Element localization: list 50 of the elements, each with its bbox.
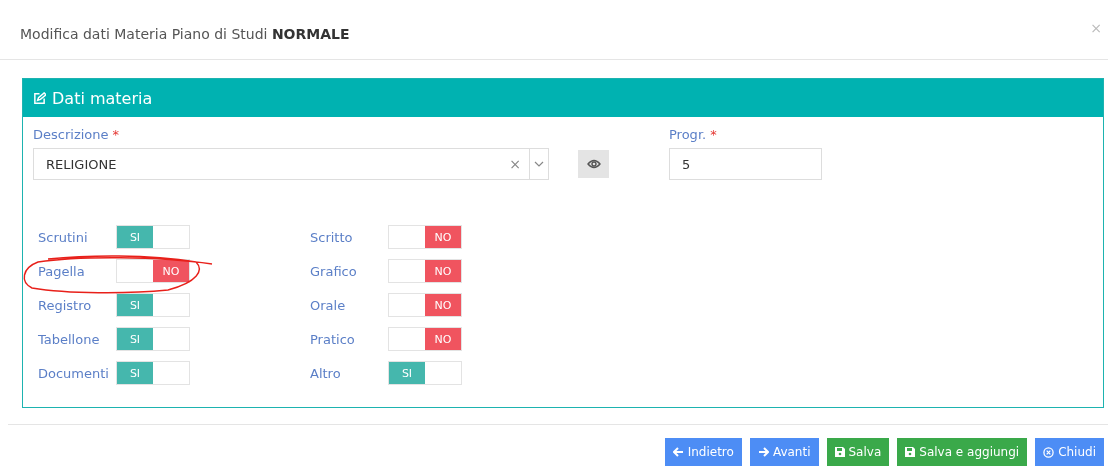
toggle-switch[interactable]: SI: [388, 361, 462, 385]
edit-icon: [33, 91, 46, 105]
toggle-state: SI: [117, 328, 153, 350]
toggle-label: Scritto: [310, 229, 354, 245]
clear-icon[interactable]: ×: [501, 156, 529, 172]
chevron-down-icon[interactable]: [534, 161, 544, 167]
toggle-switch[interactable]: NO: [388, 293, 462, 317]
toggle-state: SI: [117, 294, 153, 316]
arrow-left-icon: [672, 447, 684, 457]
description-select[interactable]: RELIGIONE ×: [33, 148, 549, 180]
toggle-state: NO: [425, 328, 461, 350]
toggle-switch[interactable]: NO: [388, 327, 462, 351]
toggle-label: Scrutini: [38, 229, 89, 245]
toggle-label: Grafico: [310, 263, 358, 279]
toggle-state: NO: [425, 226, 461, 248]
toggle-label: Altro: [310, 365, 342, 381]
toggle-switch[interactable]: SI: [116, 225, 190, 249]
toggle-state: NO: [153, 260, 189, 282]
toggle-label: Pratico: [310, 331, 356, 347]
arrow-right-icon: [757, 447, 769, 457]
save-button[interactable]: Salva: [826, 438, 890, 466]
toggle-state: SI: [117, 362, 153, 384]
back-button[interactable]: Indietro: [664, 438, 742, 466]
toggle-state: SI: [389, 362, 425, 384]
next-button[interactable]: Avanti: [749, 438, 819, 466]
toggle-switch[interactable]: SI: [116, 361, 190, 385]
eye-icon: [586, 159, 601, 169]
toggle-switch[interactable]: NO: [388, 259, 462, 283]
progr-field[interactable]: 5: [669, 148, 822, 180]
close-button[interactable]: Chiudi: [1035, 438, 1104, 466]
toggle-state: SI: [117, 226, 153, 248]
toggle-state: NO: [425, 260, 461, 282]
view-button[interactable]: [578, 150, 609, 178]
toggle-label: Registro: [38, 297, 93, 313]
toggle-label: Documenti: [38, 365, 110, 381]
panel-title: Dati materia: [52, 88, 153, 108]
field-label: Progr. *: [669, 127, 718, 142]
toggle-switch[interactable]: NO: [388, 225, 462, 249]
toggle-switch[interactable]: SI: [116, 327, 190, 351]
toggle-switch[interactable]: NO: [116, 259, 190, 283]
save-button[interactable]: Salva e aggiungi: [897, 438, 1028, 466]
close-icon[interactable]: ×: [1090, 20, 1102, 36]
toggle-label: Tabellone: [38, 331, 101, 347]
close-circle-icon: [1043, 446, 1055, 458]
toggle-state: NO: [425, 294, 461, 316]
toggle-switch[interactable]: SI: [116, 293, 190, 317]
dialog-title: Modifica dati Materia Piano di Studi NORMALE: [20, 24, 350, 42]
toggle-label: Pagella: [38, 263, 86, 279]
field-label: Descrizione *: [33, 127, 120, 142]
toggle-label: Orale: [310, 297, 347, 313]
